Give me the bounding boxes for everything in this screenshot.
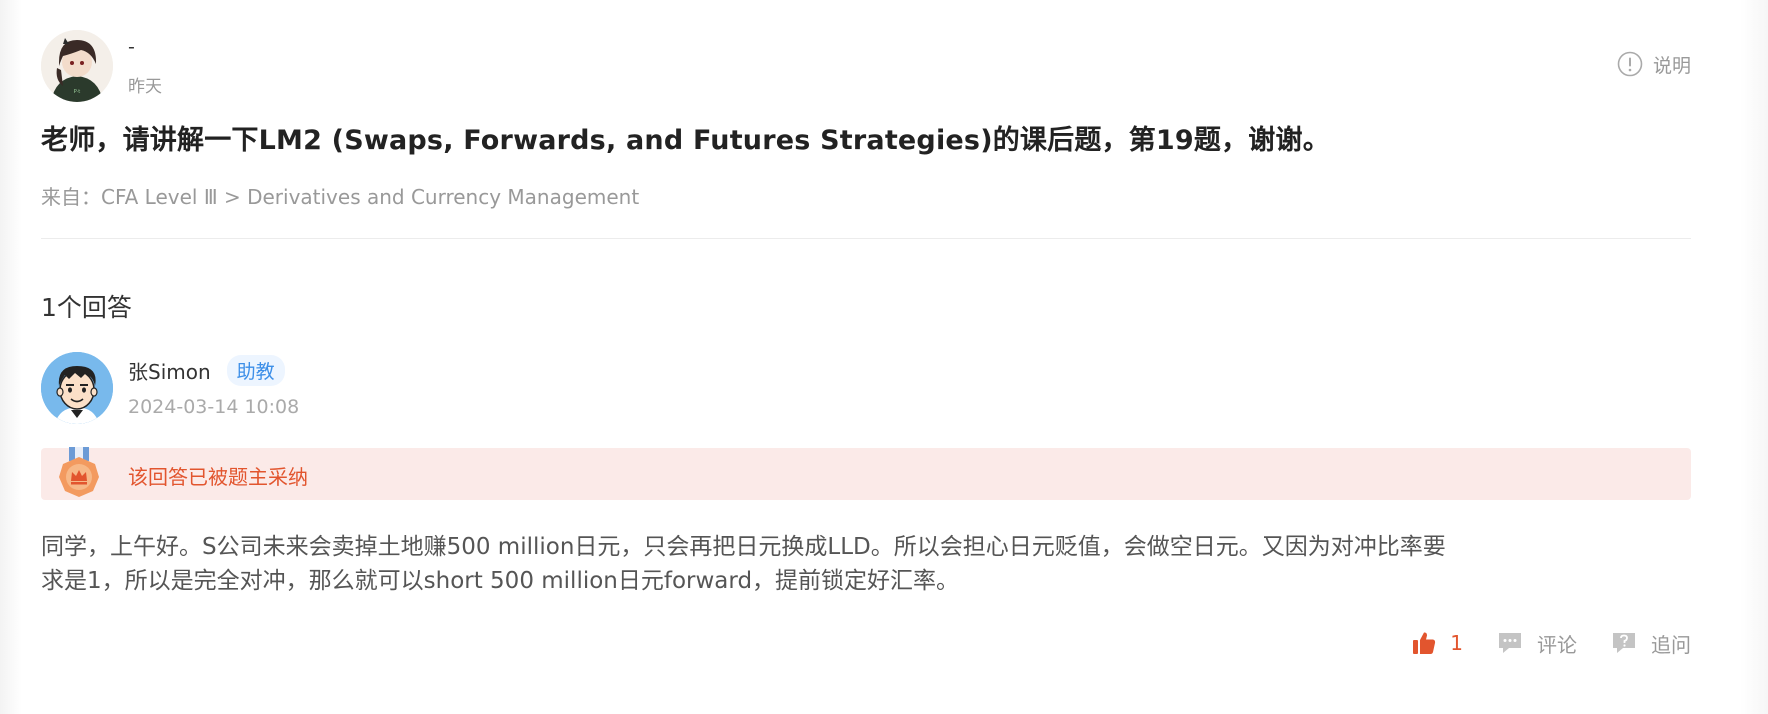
info-circle-icon xyxy=(1617,51,1643,77)
like-count: 1 xyxy=(1450,631,1463,655)
answerer-info: 张Simon 助教 xyxy=(128,355,285,386)
comment-icon xyxy=(1499,633,1521,653)
question-time: 昨天 xyxy=(128,77,162,97)
role-badge: 助教 xyxy=(226,355,285,386)
explain-button[interactable]: 说明 xyxy=(1617,50,1691,78)
accepted-banner: 该回答已被题主采纳 xyxy=(41,447,1691,500)
comment-button[interactable]: 评论 xyxy=(1497,629,1577,658)
asker-avatar[interactable]: P·t xyxy=(41,30,113,102)
answer-actions: 1 评论 追问 xyxy=(1412,626,1691,660)
answerer-name[interactable]: 张Simon xyxy=(128,356,211,385)
page: P·t - 昨天 说明 老师，请讲解一下LM2 (Swaps, Forwards… xyxy=(0,0,1768,714)
followup-button[interactable]: 追问 xyxy=(1611,629,1691,658)
divider xyxy=(41,238,1691,239)
question-header: P·t - 昨天 说明 xyxy=(41,30,1691,102)
question-title: 老师，请讲解一下LM2 (Swaps, Forwards, and Future… xyxy=(41,125,1330,156)
like-button[interactable]: 1 xyxy=(1412,631,1463,655)
asker-name[interactable]: - xyxy=(128,36,135,58)
thumbs-up-icon xyxy=(1413,632,1436,654)
answer-time: 2024-03-14 10:08 xyxy=(128,396,300,418)
answer-body-line: 同学，上午好。S公司未来会卖掉土地赚500 million日元，只会再把日元换成… xyxy=(41,534,1446,560)
question-source-breadcrumb[interactable]: 来自：CFA Level Ⅲ > Derivatives and Currenc… xyxy=(41,181,639,210)
followup-label: 追问 xyxy=(1651,632,1691,657)
medal-crown-icon xyxy=(59,447,99,497)
question-bubble-icon xyxy=(1613,633,1635,653)
comment-label: 评论 xyxy=(1537,632,1577,657)
answer-count: 1个回答 xyxy=(41,293,132,322)
answer-body: 同学，上午好。S公司未来会卖掉土地赚500 million日元，只会再把日元换成… xyxy=(41,530,1521,598)
answerer-avatar[interactable] xyxy=(41,352,113,424)
accepted-label: 该回答已被题主采纳 xyxy=(128,465,308,489)
answer-body-line: 求是1，所以是完全对冲，那么就可以short 500 million日元forw… xyxy=(41,568,960,594)
explain-label: 说明 xyxy=(1652,54,1691,77)
svg-text:P·t: P·t xyxy=(74,89,81,95)
